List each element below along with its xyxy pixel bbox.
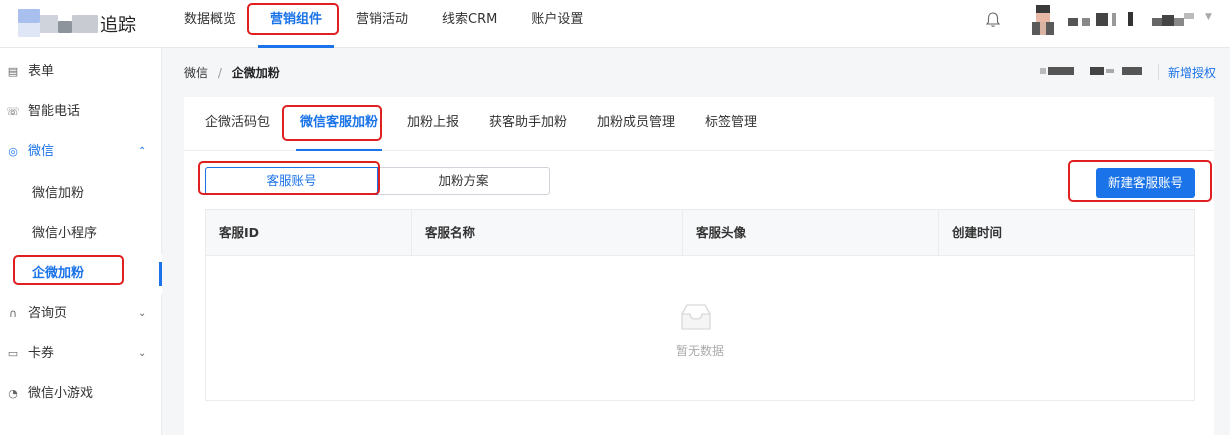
headset-icon: ∩ <box>8 307 18 320</box>
sidebar-item-label: 微信 <box>28 144 55 159</box>
nav-marketing-components[interactable]: 营销组件 <box>258 0 335 48</box>
column-header-name: 客服名称 <box>411 210 682 256</box>
divider <box>1158 64 1159 80</box>
sidebar-item-smart-phone[interactable]: ☏ 智能电话 <box>0 92 162 132</box>
sidebar-item-mini-games[interactable]: ◔ 微信小游戏 <box>0 374 162 414</box>
sidebar-item-coupons[interactable]: ▭ 卡券 ⌄ <box>0 334 162 374</box>
table-header: 客服ID 客服名称 客服头像 创建时间 <box>206 210 1194 256</box>
avatar[interactable] <box>1030 5 1058 35</box>
segment-switch: 客服账号 加粉方案 <box>205 167 550 195</box>
sidebar: ▤ 表单 ☏ 智能电话 ◎ 微信 ⌃ 微信加粉 微信小程序 企微加粉 ∩ 咨询页… <box>0 48 162 435</box>
breadcrumb: 微信 / 企微加粉 <box>184 64 280 81</box>
breadcrumb-parent[interactable]: 微信 <box>184 66 208 80</box>
nav-account-settings[interactable]: 账户设置 <box>519 0 595 48</box>
sidebar-sub-label: 微信小程序 <box>32 226 98 241</box>
empty-inbox-icon <box>681 304 711 330</box>
bell-icon[interactable] <box>983 10 1003 30</box>
tab-wechat-service-fans[interactable]: 微信客服加粉 <box>295 97 383 151</box>
column-header-id: 客服ID <box>219 225 260 240</box>
tab-wecom-code-pack[interactable]: 企微活码包 <box>205 97 270 151</box>
caret-down-icon[interactable]: ▼ <box>1205 12 1212 22</box>
tab-acquisition-assistant[interactable]: 获客助手加粉 <box>489 97 567 151</box>
top-navbar: 追踪 数据概览 营销组件 营销活动 线索CRM 账户设置 ▼ <box>0 0 1230 48</box>
sidebar-sub-wechat-miniprogram[interactable]: 微信小程序 <box>0 214 162 254</box>
sidebar-item-consult-page[interactable]: ∩ 咨询页 ⌄ <box>0 294 162 334</box>
wechat-icon: ◎ <box>8 145 18 158</box>
phone-icon: ☏ <box>6 105 20 118</box>
account-name-mask <box>1040 67 1142 75</box>
service-account-table: 客服ID 客服名称 客服头像 创建时间 暂无数据 <box>205 209 1195 401</box>
nav-marketing-activities[interactable]: 营销活动 <box>344 0 420 48</box>
sidebar-sub-label: 企微加粉 <box>32 266 85 281</box>
column-header-created: 创建时间 <box>938 210 1194 256</box>
logo-text: 追踪 <box>100 15 136 36</box>
sidebar-sub-label: 微信加粉 <box>32 186 85 201</box>
card-icon: ▭ <box>7 347 19 360</box>
sidebar-sub-wechat-fans[interactable]: 微信加粉 <box>0 174 162 214</box>
sidebar-item-wechat[interactable]: ◎ 微信 ⌃ <box>0 132 162 172</box>
game-icon: ◔ <box>8 387 18 400</box>
main-nav: 数据概览 营销组件 营销活动 线索CRM 账户设置 <box>172 0 605 48</box>
sidebar-item-label: 智能电话 <box>28 104 81 119</box>
sidebar-item-label: 表单 <box>28 64 55 79</box>
sidebar-item-label: 卡券 <box>28 346 55 361</box>
chevron-down-icon: ⌄ <box>138 348 147 359</box>
breadcrumb-separator: / <box>217 66 222 80</box>
chevron-up-icon: ⌃ <box>138 146 147 157</box>
tab-bar: 企微活码包 微信客服加粉 加粉上报 获客助手加粉 加粉成员管理 标签管理 <box>184 97 1214 151</box>
app-logo[interactable]: 追踪 <box>18 9 168 39</box>
sidebar-item-form[interactable]: ▤ 表单 <box>0 52 162 92</box>
segment-service-account[interactable]: 客服账号 <box>205 167 378 195</box>
sidebar-item-label: 咨询页 <box>28 306 68 321</box>
form-icon: ▤ <box>7 65 19 78</box>
tab-fans-member-mgmt[interactable]: 加粉成员管理 <box>597 97 675 151</box>
nav-data-overview[interactable]: 数据概览 <box>172 0 248 48</box>
breadcrumb-current: 企微加粉 <box>231 66 280 80</box>
nav-leads-crm[interactable]: 线索CRM <box>430 0 509 48</box>
add-authorization-link[interactable]: 新增授权 <box>1168 64 1216 81</box>
empty-state-text: 暂无数据 <box>675 344 724 358</box>
segment-fans-plan[interactable]: 加粉方案 <box>378 168 549 194</box>
tab-fans-report[interactable]: 加粉上报 <box>407 97 459 151</box>
tab-tag-mgmt[interactable]: 标签管理 <box>705 97 757 151</box>
sidebar-sub-wecom-fans[interactable]: 企微加粉 <box>0 254 162 294</box>
new-service-account-button[interactable]: 新建客服账号 <box>1096 168 1195 198</box>
chevron-down-icon: ⌄ <box>138 308 147 319</box>
content-card: 企微活码包 微信客服加粉 加粉上报 获客助手加粉 加粉成员管理 标签管理 客服账… <box>184 97 1214 435</box>
user-name-mask[interactable] <box>1068 10 1208 30</box>
sidebar-item-label: 微信小游戏 <box>28 386 94 401</box>
column-header-avatar: 客服头像 <box>682 210 938 256</box>
